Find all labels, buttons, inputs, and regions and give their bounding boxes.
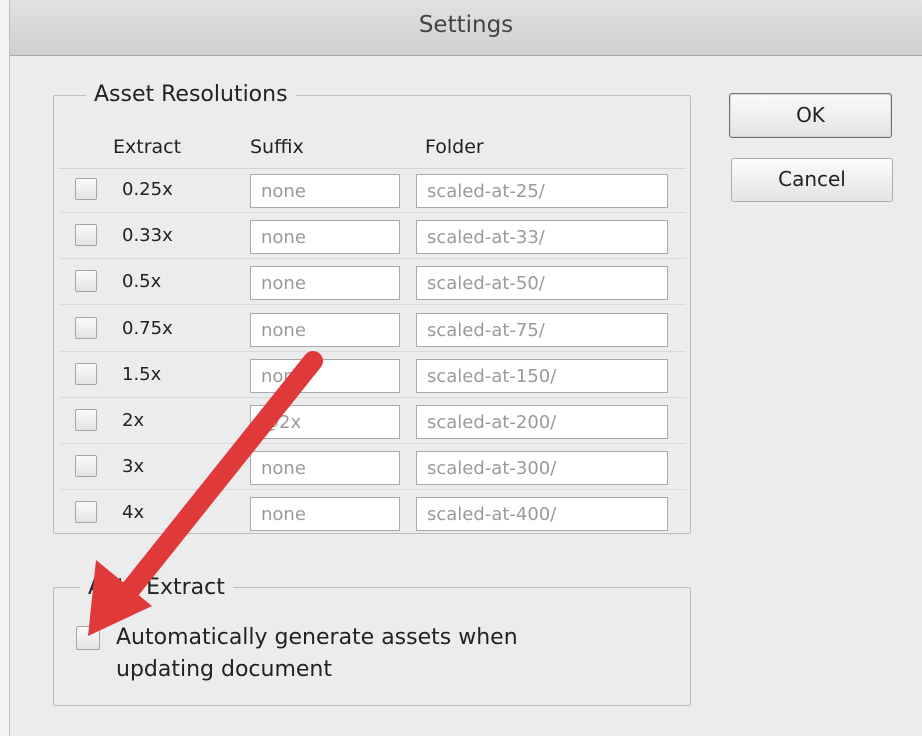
settings-dialog: Settings Asset Resolutions Extract Suffi… [0, 0, 922, 736]
arrow-shaft [120, 351, 323, 600]
annotation-arrow [88, 351, 323, 636]
